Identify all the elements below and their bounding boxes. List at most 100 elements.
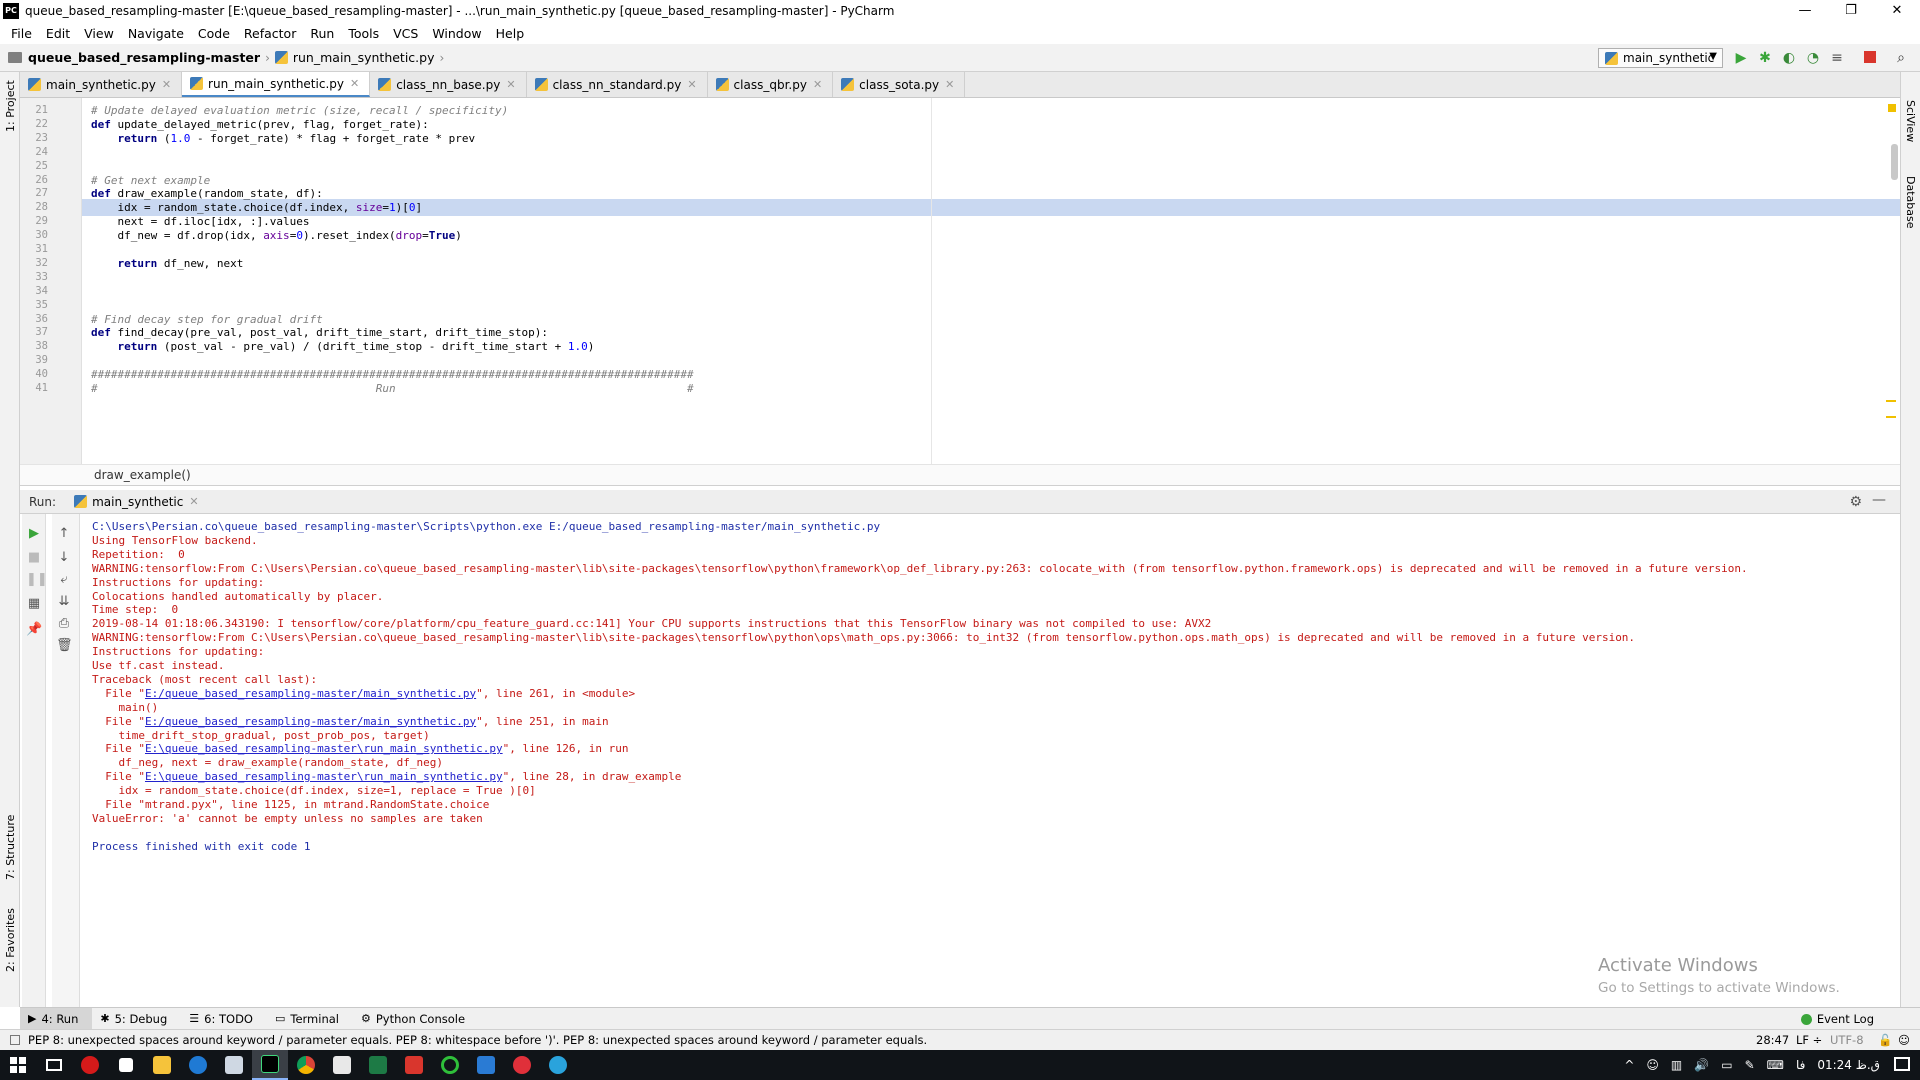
lock-icon[interactable]: 🔓 — [1878, 1033, 1892, 1047]
event-log-button[interactable]: Event Log — [1800, 1012, 1874, 1026]
tab-class-nn-standard[interactable]: class_nn_standard.py ✕ — [526, 72, 708, 97]
telegram-taskbar-app[interactable] — [540, 1050, 576, 1080]
run-console-output[interactable]: C:\Users\Persian.co\queue_based_resampli… — [80, 514, 1900, 1007]
tasks-taskbar-app[interactable] — [216, 1050, 252, 1080]
run-icon[interactable]: ▶ — [1733, 50, 1749, 66]
project-tool-button[interactable]: 1: Project — [4, 80, 17, 132]
task-view-button[interactable] — [36, 1050, 72, 1080]
soft-wrap-icon[interactable]: ⤶ — [56, 572, 72, 588]
tool-tab-python-console[interactable]: ⚙ Python Console — [353, 1008, 479, 1030]
line-separator[interactable]: LF ÷ — [1796, 1033, 1822, 1047]
code-editor[interactable]: 21 22 23 24 25 26 27 28 29 30 31 32 33 34 35 36 37 38 39 40… — [20, 98, 1900, 464]
pause-icon[interactable]: ❚❚ — [26, 572, 48, 588]
profile-icon[interactable]: ◔ — [1805, 50, 1821, 66]
close-tab-icon[interactable]: ✕ — [350, 77, 359, 90]
layout-icon[interactable]: ▦ — [26, 596, 42, 612]
breadcrumb-function[interactable]: draw_example() — [94, 468, 191, 482]
tab-run-main-synthetic[interactable]: run_main_synthetic.py ✕ — [182, 72, 371, 97]
network-icon[interactable]: ▥ — [1671, 1058, 1682, 1072]
menu-edit[interactable]: Edit — [39, 26, 77, 41]
tool-tab-terminal[interactable]: ▭ Terminal — [267, 1008, 353, 1030]
menu-view[interactable]: View — [77, 26, 121, 41]
vscode-taskbar-app[interactable] — [468, 1050, 504, 1080]
close-tab-icon[interactable]: ✕ — [189, 495, 198, 508]
opera-taskbar-app[interactable] — [72, 1050, 108, 1080]
run-configuration-select[interactable]: main_synthetic ▼ — [1598, 48, 1723, 68]
menu-vcs[interactable]: VCS — [386, 26, 425, 41]
trash-icon[interactable]: 🗑 — [56, 638, 73, 654]
excel-taskbar-app[interactable] — [360, 1050, 396, 1080]
code-line[interactable]: # Run # — [91, 380, 694, 397]
tool-tab-debug[interactable]: ✱ 5: Debug — [92, 1008, 181, 1030]
tool-tab-run[interactable]: ▶ 4: Run — [20, 1007, 93, 1030]
battery-icon[interactable]: ▭ — [1721, 1058, 1732, 1072]
hide-panel-icon[interactable]: — — [1872, 492, 1886, 508]
clapper-taskbar-app[interactable] — [324, 1050, 360, 1080]
structure-tool-button[interactable]: 7: Structure — [4, 815, 17, 880]
tray-chevron-icon[interactable]: ^ — [1624, 1058, 1634, 1072]
menu-run[interactable]: Run — [303, 26, 341, 41]
popcorn-taskbar-app[interactable] — [504, 1050, 540, 1080]
tab-class-nn-base[interactable]: class_nn_base.py ✕ — [370, 72, 527, 97]
close-tab-icon[interactable]: ✕ — [945, 78, 954, 91]
code-line[interactable]: return df_new, next — [91, 255, 244, 272]
menu-window[interactable]: Window — [425, 26, 488, 41]
pen-icon[interactable]: ✎ — [1745, 1058, 1755, 1072]
database-tool-button[interactable]: Database — [1904, 176, 1917, 229]
tab-class-sota[interactable]: class_sota.py ✕ — [833, 72, 966, 97]
ring-app-taskbar[interactable] — [432, 1050, 468, 1080]
arrow-up-icon[interactable]: ↑ — [56, 526, 72, 542]
action-center-icon[interactable] — [1894, 1057, 1910, 1071]
acrobat-taskbar-app[interactable] — [396, 1050, 432, 1080]
caret-position[interactable]: 28:47 — [1756, 1033, 1789, 1047]
concurrency-icon[interactable]: ≡ — [1829, 50, 1845, 66]
warning-marker[interactable] — [1886, 416, 1896, 418]
file-encoding[interactable]: UTF-8 — [1830, 1033, 1864, 1047]
run-tab-main-synthetic[interactable]: main_synthetic ✕ — [74, 495, 199, 509]
settings-gear-icon[interactable]: ⚙ — [1849, 494, 1862, 510]
menu-help[interactable]: Help — [489, 26, 532, 41]
close-tab-icon[interactable]: ✕ — [162, 78, 171, 91]
chrome-taskbar-app[interactable] — [288, 1050, 324, 1080]
close-tab-icon[interactable]: ✕ — [813, 78, 822, 91]
toggle-tool-windows-icon[interactable] — [10, 1035, 20, 1045]
rerun-icon[interactable]: ▶ — [26, 526, 42, 542]
maximize-button[interactable]: ❐ — [1828, 0, 1874, 22]
people-icon[interactable]: ☺ — [1646, 1058, 1659, 1072]
tab-main-synthetic[interactable]: main_synthetic.py ✕ — [20, 72, 183, 97]
coverage-icon[interactable]: ◐ — [1781, 50, 1797, 66]
traceback-file-link[interactable]: E:/queue_based_resampling-master/main_sy… — [145, 687, 476, 700]
debug-icon[interactable]: ✱ — [1757, 50, 1773, 66]
stop-run-icon[interactable]: ■ — [26, 550, 42, 566]
store-taskbar-app[interactable] — [108, 1050, 144, 1080]
editor-scrollbar[interactable] — [1891, 144, 1898, 180]
menu-tools[interactable]: Tools — [341, 26, 386, 41]
minimize-button[interactable]: — — [1782, 0, 1828, 22]
print-icon[interactable]: ⎙ — [56, 616, 72, 632]
volume-icon[interactable]: 🔊 — [1694, 1058, 1709, 1072]
code-line[interactable]: return (post_val - pre_val) / (drift_tim… — [91, 338, 595, 355]
start-button[interactable] — [0, 1050, 36, 1080]
menu-file[interactable]: File — [4, 26, 39, 41]
menu-refactor[interactable]: Refactor — [237, 26, 303, 41]
menu-code[interactable]: Code — [191, 26, 237, 41]
warning-marker[interactable] — [1886, 400, 1896, 402]
favorites-tool-button[interactable]: 2: Favorites — [4, 908, 17, 972]
menu-navigate[interactable]: Navigate — [121, 26, 191, 41]
tab-class-qbr[interactable]: class_qbr.py ✕ — [707, 72, 834, 97]
edge-taskbar-app[interactable] — [180, 1050, 216, 1080]
close-window-button[interactable]: ✕ — [1874, 0, 1920, 22]
close-tab-icon[interactable]: ✕ — [687, 78, 696, 91]
search-everywhere-icon[interactable]: ⌕ — [1893, 50, 1909, 66]
breadcrumb-project[interactable]: queue_based_resampling-master — [28, 50, 260, 65]
explorer-taskbar-app[interactable] — [144, 1050, 180, 1080]
clock[interactable]: 01:24 ق.ظ — [1817, 1058, 1880, 1072]
arrow-down-icon[interactable]: ↓ — [56, 550, 72, 566]
tool-tab-todo[interactable]: ☰ 6: TODO — [181, 1008, 267, 1030]
code-line[interactable]: return (1.0 - forget_rate) * flag + forg… — [91, 130, 476, 147]
pin-tab-icon[interactable]: 📌 — [26, 622, 42, 638]
pycharm-taskbar-app[interactable] — [252, 1050, 288, 1080]
breadcrumb-file[interactable]: run_main_synthetic.py — [293, 50, 435, 65]
sciview-tool-button[interactable]: SciView — [1904, 100, 1917, 142]
keyboard-icon[interactable]: ⌨ — [1767, 1058, 1784, 1072]
